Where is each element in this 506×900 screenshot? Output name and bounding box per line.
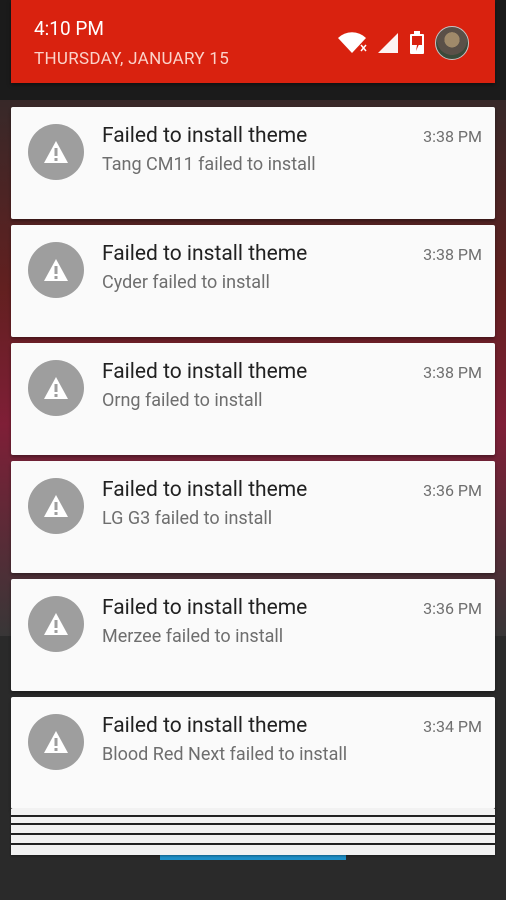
stacked-notification-edge[interactable] <box>11 817 495 823</box>
notification-card[interactable]: Failed to install theme Blood Red Next fa… <box>11 697 495 809</box>
notification-icon-circle <box>28 714 84 770</box>
stacked-notification-edge[interactable] <box>11 845 495 855</box>
notification-time: 3:36 PM <box>423 599 482 618</box>
notification-title: Failed to install theme <box>102 360 308 384</box>
notification-title: Failed to install theme <box>102 714 308 738</box>
notification-icon-circle <box>28 124 84 180</box>
wifi-icon <box>338 32 367 53</box>
notification-title: Failed to install theme <box>102 596 308 620</box>
stacked-notification-edge[interactable] <box>11 825 495 833</box>
warning-icon <box>44 141 68 163</box>
user-avatar[interactable] <box>435 26 469 60</box>
notification-time: 3:38 PM <box>423 245 482 264</box>
notification-card[interactable]: Failed to install theme Merzee failed to … <box>11 579 495 691</box>
warning-icon <box>44 731 68 753</box>
stacked-notification-edge[interactable] <box>11 835 495 843</box>
notification-time: 3:36 PM <box>423 481 482 500</box>
stacked-notification-edge[interactable] <box>11 809 495 815</box>
notification-title: Failed to install theme <box>102 242 308 266</box>
warning-icon <box>44 613 68 635</box>
notification-time: 3:38 PM <box>423 363 482 382</box>
battery-charging-icon <box>410 31 424 54</box>
notification-icon-circle <box>28 242 84 298</box>
notification-text: Orng failed to install <box>102 390 263 411</box>
notification-card[interactable]: Failed to install theme Orng failed to in… <box>11 343 495 455</box>
notification-icon-circle <box>28 478 84 534</box>
notification-icon-circle <box>28 360 84 416</box>
notification-card[interactable]: Failed to install theme Tang CM11 failed … <box>11 107 495 219</box>
notification-time: 3:38 PM <box>423 127 482 146</box>
notification-icon-circle <box>28 596 84 652</box>
notification-time: 3:34 PM <box>423 717 482 736</box>
signal-icon <box>378 33 398 53</box>
warning-icon <box>44 377 68 399</box>
clock[interactable]: 4:10 PM <box>34 17 104 40</box>
notification-shade-header: 4:10 PM THURSDAY, JANUARY 15 <box>11 0 495 83</box>
notification-text: Cyder failed to install <box>102 272 270 293</box>
warning-icon <box>44 495 68 517</box>
notification-title: Failed to install theme <box>102 124 308 148</box>
notification-text: Merzee failed to install <box>102 626 284 647</box>
notification-text: LG G3 failed to install <box>102 508 273 529</box>
notification-card[interactable]: Failed to install theme LG G3 failed to i… <box>11 461 495 573</box>
notification-title: Failed to install theme <box>102 478 308 502</box>
status-icons <box>337 26 469 60</box>
notification-text: Tang CM11 failed to install <box>102 154 316 175</box>
notification-card[interactable]: Failed to install theme Cyder failed to i… <box>11 225 495 337</box>
warning-icon <box>44 259 68 281</box>
date-label: THURSDAY, JANUARY 15 <box>34 49 230 69</box>
notification-text: Blood Red Next failed to install <box>102 744 348 765</box>
